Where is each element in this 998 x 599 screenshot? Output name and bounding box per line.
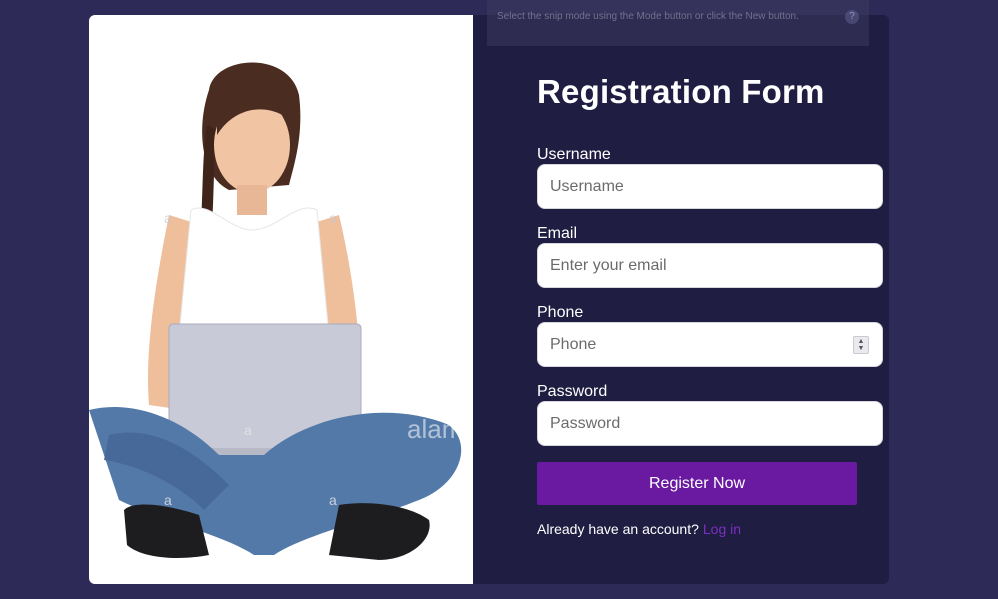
watermark-text: alamy xyxy=(407,414,473,444)
phone-group: Phone ▲ ▼ xyxy=(537,304,883,367)
watermark-letter: a xyxy=(164,492,172,508)
email-input[interactable] xyxy=(537,243,883,288)
watermark-letter: a xyxy=(329,210,337,226)
login-link[interactable]: Log in xyxy=(703,521,741,537)
username-group: Username xyxy=(537,146,883,209)
username-input[interactable] xyxy=(537,164,883,209)
password-label: Password xyxy=(537,383,608,400)
password-group: Password xyxy=(537,383,883,446)
registration-form: Registration Form Username Email Phone ▲… xyxy=(473,15,889,584)
snip-tooltip-text: Select the snip mode using the Mode butt… xyxy=(497,11,799,22)
phone-input[interactable] xyxy=(537,322,883,367)
chevron-down-icon[interactable]: ▼ xyxy=(858,345,865,352)
watermark-letter: a xyxy=(329,492,337,508)
email-group: Email xyxy=(537,225,883,288)
login-prompt-text: Already have an account? xyxy=(537,521,699,537)
woman-with-laptop-illustration: alamy alamy a a a a a xyxy=(89,62,473,560)
watermark-letter: a xyxy=(164,210,172,226)
login-prompt: Already have an account? Log in xyxy=(537,521,741,537)
chevron-up-icon[interactable]: ▲ xyxy=(858,338,865,345)
watermark-text: alamy xyxy=(249,280,308,305)
help-icon[interactable]: ? xyxy=(845,10,859,24)
username-label: Username xyxy=(537,146,611,163)
snip-tooltip: Select the snip mode using the Mode butt… xyxy=(487,0,869,46)
phone-label: Phone xyxy=(537,304,584,321)
password-input[interactable] xyxy=(537,401,883,446)
watermark-letter: a xyxy=(244,422,252,438)
form-title: Registration Form xyxy=(537,73,825,110)
hero-photo: alamy alamy a a a a a xyxy=(89,15,473,584)
phone-spinner[interactable]: ▲ ▼ xyxy=(853,336,869,354)
email-label: Email xyxy=(537,225,578,242)
register-button[interactable]: Register Now xyxy=(537,462,857,505)
registration-card: alamy alamy a a a a a Registration Form … xyxy=(89,15,889,584)
